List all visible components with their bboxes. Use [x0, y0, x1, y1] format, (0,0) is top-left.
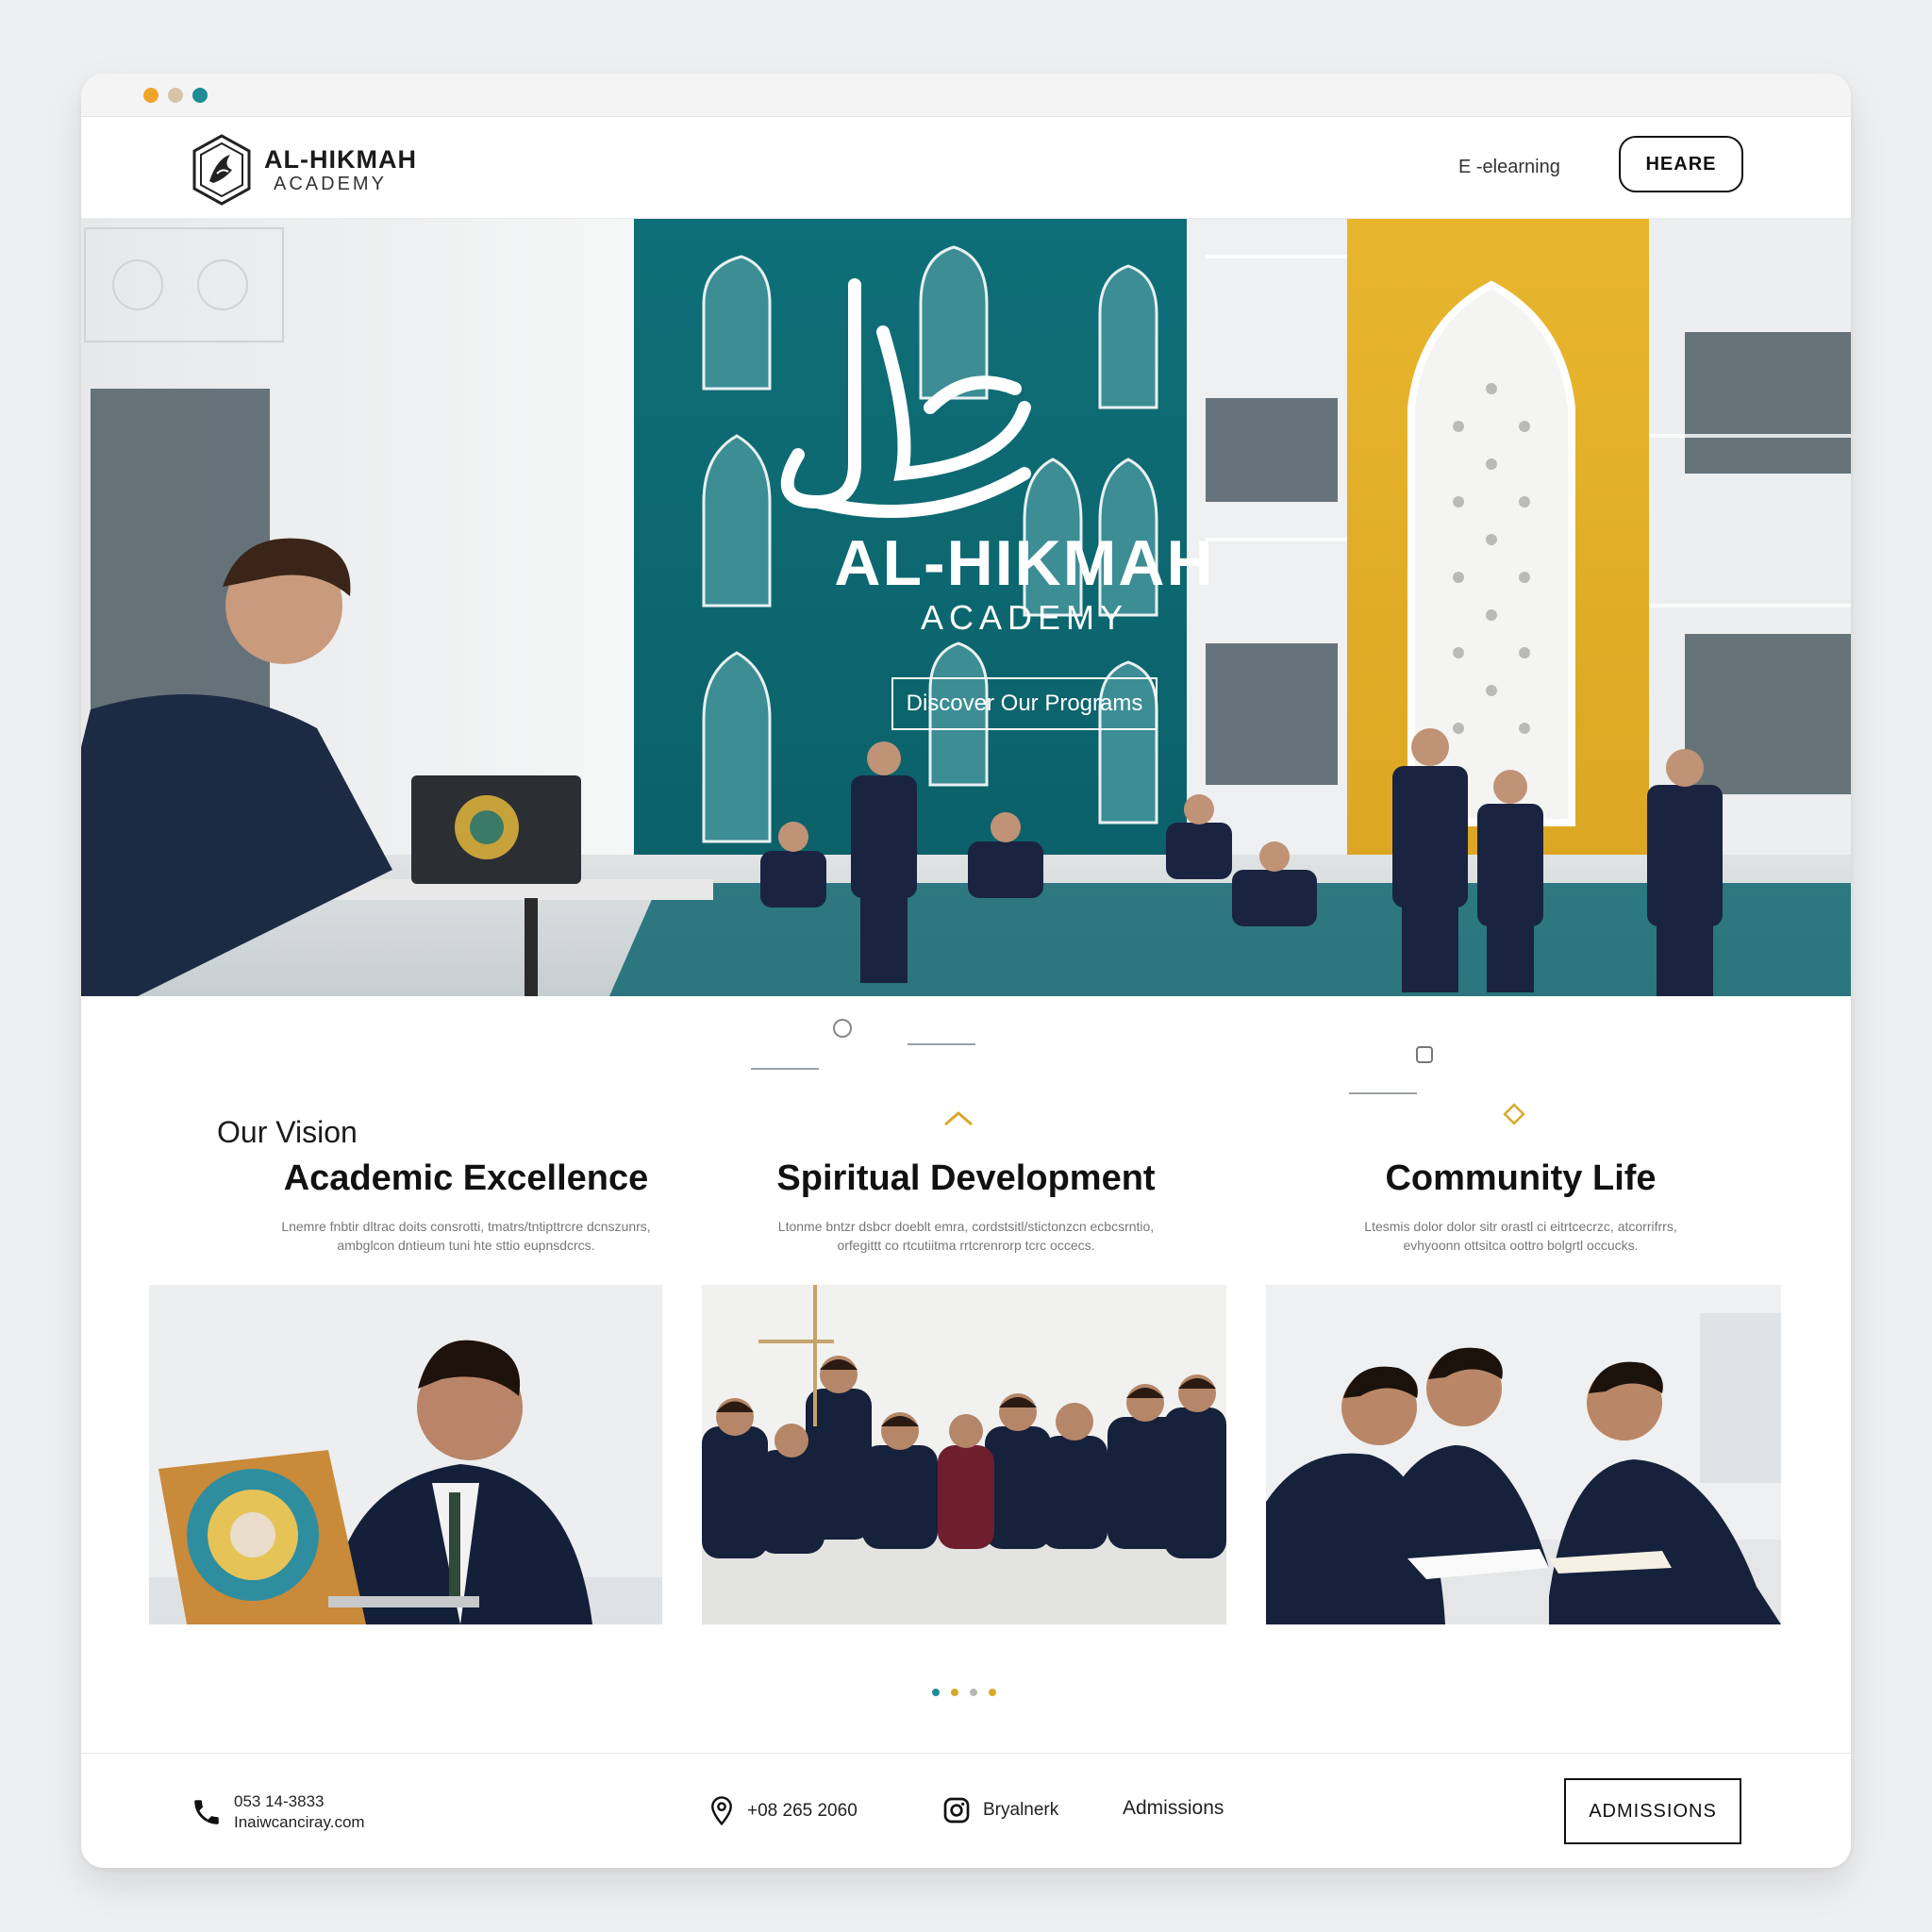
hero-brand: AL-HIKMAH ACADEMY Discover Our Programs — [779, 521, 1270, 730]
desc-line: ambglcon dntieum tuni hte sttio eupnsdcr… — [337, 1238, 595, 1253]
footer-social-handle: Bryalnerk — [983, 1800, 1059, 1820]
footer-location-phone: +08 265 2060 — [747, 1801, 858, 1821]
square-outline-icon — [1416, 1046, 1433, 1063]
decor-line — [908, 1043, 975, 1045]
hero-title: AL-HIKMAH — [834, 527, 1215, 599]
window-dot-beige[interactable] — [168, 88, 183, 103]
vision-label: Our Vision — [217, 1115, 358, 1149]
logo-name: AL-HIKMAH — [264, 145, 417, 174]
site-footer: 053 14-3833 Inaiwcanciray.com +08 265 20… — [81, 1753, 1851, 1868]
decor-line — [1349, 1092, 1417, 1094]
carousel-dot-4[interactable] — [989, 1689, 996, 1696]
carousel-dot-1[interactable] — [932, 1689, 940, 1696]
column-desc-spiritual: Ltonme bntzr dsbcr doeblt emra, cordstsi… — [721, 1217, 1211, 1255]
window-dot-orange[interactable] — [143, 88, 158, 103]
carousel-dot-2[interactable] — [951, 1689, 958, 1696]
hero-banner: AL-HIKMAH ACADEMY Discover Our Programs — [81, 219, 1851, 996]
window-dot-teal[interactable] — [192, 88, 208, 103]
academy-emblem-icon — [192, 134, 251, 206]
desc-line: orfegittt co rtcutiitma rrtcrenrorp tcrc… — [837, 1238, 1095, 1253]
diamond-icon — [1503, 1103, 1525, 1125]
desc-line: Ltesmis dolor dolor sitr orastl ci eitrt… — [1364, 1219, 1677, 1234]
footer-phone: 053 14-3833 — [234, 1792, 325, 1810]
footer-social[interactable]: Bryalnerk — [941, 1795, 1058, 1825]
column-title-spiritual: Spiritual Development — [776, 1158, 1156, 1198]
desc-line: Lnemre fnbtir dltrac doits consrotti, tm… — [281, 1219, 651, 1234]
footer-location[interactable]: +08 265 2060 — [708, 1795, 858, 1827]
nav-heare-button[interactable]: HEARE — [1619, 136, 1743, 192]
discover-programs-button[interactable]: Discover Our Programs — [891, 677, 1158, 730]
site-logo[interactable]: AL-HIKMAH ACADEMY — [189, 132, 417, 208]
logo-subtitle: ACADEMY — [274, 174, 387, 194]
column-title-academic: Academic Excellence — [283, 1158, 649, 1198]
student-laptop-photo[interactable] — [149, 1285, 662, 1624]
admissions-button[interactable]: ADMISSIONS — [1564, 1778, 1741, 1844]
chevron-up-icon — [944, 1111, 973, 1126]
desc-line: evhyoonn ottsitca oottro bolgrtl occucks… — [1403, 1238, 1639, 1253]
students-studying-illustration — [1266, 1285, 1781, 1624]
footer-email: Inaiwcanciray.com — [234, 1813, 365, 1831]
desc-line: Ltonme bntzr dsbcr doeblt emra, cordstsi… — [777, 1219, 1155, 1234]
footer-contact[interactable]: 053 14-3833 Inaiwcanciray.com — [191, 1791, 365, 1833]
hero-subtitle: ACADEMY — [920, 598, 1129, 637]
footer-admissions-link[interactable]: Admissions — [1123, 1797, 1224, 1820]
decor-line — [751, 1068, 819, 1070]
browser-window: AL-HIKMAH ACADEMY E -elearning HEARE AL-… — [81, 74, 1851, 1868]
nav-elearning-link[interactable]: E -elearning — [1458, 157, 1560, 178]
student-laptop-illustration — [149, 1285, 662, 1624]
students-group-illustration — [702, 1285, 1226, 1624]
carousel-dot-3[interactable] — [970, 1689, 977, 1696]
instagram-icon — [943, 1797, 970, 1824]
window-chrome — [81, 74, 1851, 117]
students-group-floor-photo[interactable] — [702, 1285, 1226, 1624]
circle-outline-icon — [833, 1019, 852, 1038]
column-title-community: Community Life — [1385, 1158, 1657, 1198]
site-header: AL-HIKMAH ACADEMY E -elearning HEARE — [81, 117, 1851, 219]
location-pin-icon — [711, 1796, 732, 1826]
column-desc-community: Ltesmis dolor dolor sitr orastl ci eitrt… — [1275, 1217, 1766, 1255]
phone-icon — [194, 1800, 219, 1824]
students-studying-photo[interactable] — [1266, 1285, 1781, 1624]
column-desc-academic: Lnemre fnbtir dltrac doits consrotti, tm… — [221, 1217, 711, 1255]
